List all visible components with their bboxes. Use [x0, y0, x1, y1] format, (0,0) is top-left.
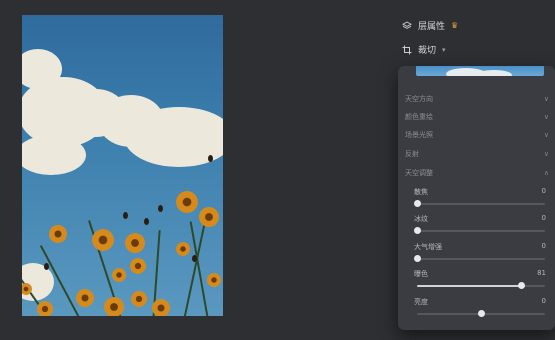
section-scene-lighting[interactable]: 场景光照 ∨ [405, 128, 549, 142]
thumbnail-cloud [476, 70, 512, 76]
slider-value-atmosphere[interactable]: 0 [542, 242, 546, 250]
flower [37, 301, 53, 316]
chevron-down-icon: ▾ [442, 45, 446, 54]
section-reflection[interactable]: 反射 ∨ [405, 147, 549, 161]
flower [104, 297, 124, 316]
slider-ice[interactable] [414, 227, 545, 234]
chevron-up-icon: ∧ [543, 169, 549, 177]
bud [158, 205, 163, 212]
layer-properties-row[interactable]: 层属性 ♛ [402, 19, 458, 32]
slider-handle[interactable] [478, 310, 485, 317]
slider-label-brightness: 亮度 [414, 298, 428, 306]
slider-exposure[interactable] [417, 282, 545, 289]
slider-handle[interactable] [414, 255, 421, 262]
crop-row[interactable]: 裁切 ▾ [402, 43, 446, 56]
bud [123, 212, 128, 219]
layer-properties-label: 层属性 [418, 22, 446, 32]
slider-brightness[interactable] [417, 310, 545, 317]
slider-handle[interactable] [517, 282, 525, 289]
chevron-down-icon: ∨ [543, 95, 549, 103]
section-color-repaint[interactable]: 颜色重绘 ∨ [405, 110, 549, 124]
section-label: 反射 [405, 150, 419, 158]
flower [176, 191, 198, 213]
cloud-shape [22, 135, 86, 175]
slider-label-atmosphere: 大气增强 [414, 243, 442, 251]
slider-value-defocus[interactable]: 0 [542, 187, 546, 195]
flower [92, 229, 114, 251]
crown-icon: ♛ [451, 21, 459, 30]
flower [131, 291, 147, 307]
crop-icon [402, 45, 412, 55]
flower [76, 289, 94, 307]
bud [192, 255, 197, 262]
flower [176, 242, 190, 256]
slider-label-defocus: 散焦 [414, 188, 428, 196]
section-label: 场景光照 [405, 131, 433, 139]
section-label: 颜色重绘 [405, 113, 433, 121]
section-sky-adjust[interactable]: 天空调整 ∧ [405, 166, 549, 180]
slider-defocus[interactable] [414, 200, 545, 207]
slider-value-ice[interactable]: 0 [542, 214, 546, 222]
slider-handle[interactable] [414, 227, 421, 234]
sky-settings-panel: 天空方向 ∨ 颜色重绘 ∨ 场景光照 ∨ 反射 ∨ 天空调整 ∧ 散焦 0 冰纹… [398, 66, 555, 330]
slider-value-exposure[interactable]: 81 [537, 269, 546, 277]
slider-label-ice: 冰纹 [414, 215, 428, 223]
section-sky-direction[interactable]: 天空方向 ∨ [405, 92, 549, 106]
flower [207, 273, 221, 287]
section-label: 天空调整 [405, 169, 433, 177]
flower [199, 207, 219, 227]
bud [208, 155, 213, 162]
slider-label-exposure: 曝色 [414, 270, 428, 278]
sky-thumbnail[interactable] [416, 66, 544, 76]
slider-atmosphere[interactable] [414, 255, 545, 262]
cloud-shape [22, 263, 54, 301]
bud [144, 218, 149, 225]
flower [130, 258, 146, 274]
flower [49, 225, 67, 243]
layers-icon [402, 20, 412, 31]
slider-handle[interactable] [414, 200, 421, 207]
crop-label: 裁切 [418, 46, 437, 56]
bud [44, 263, 49, 270]
chevron-down-icon: ∨ [543, 150, 549, 158]
flower [112, 268, 126, 282]
slider-value-brightness[interactable]: 0 [542, 297, 546, 305]
photo-canvas[interactable] [22, 15, 223, 316]
stem [189, 221, 209, 316]
flower [125, 233, 145, 253]
chevron-down-icon: ∨ [543, 113, 549, 121]
section-label: 天空方向 [405, 95, 433, 103]
chevron-down-icon: ∨ [543, 131, 549, 139]
flower [152, 299, 170, 316]
slider-fill [417, 285, 521, 287]
